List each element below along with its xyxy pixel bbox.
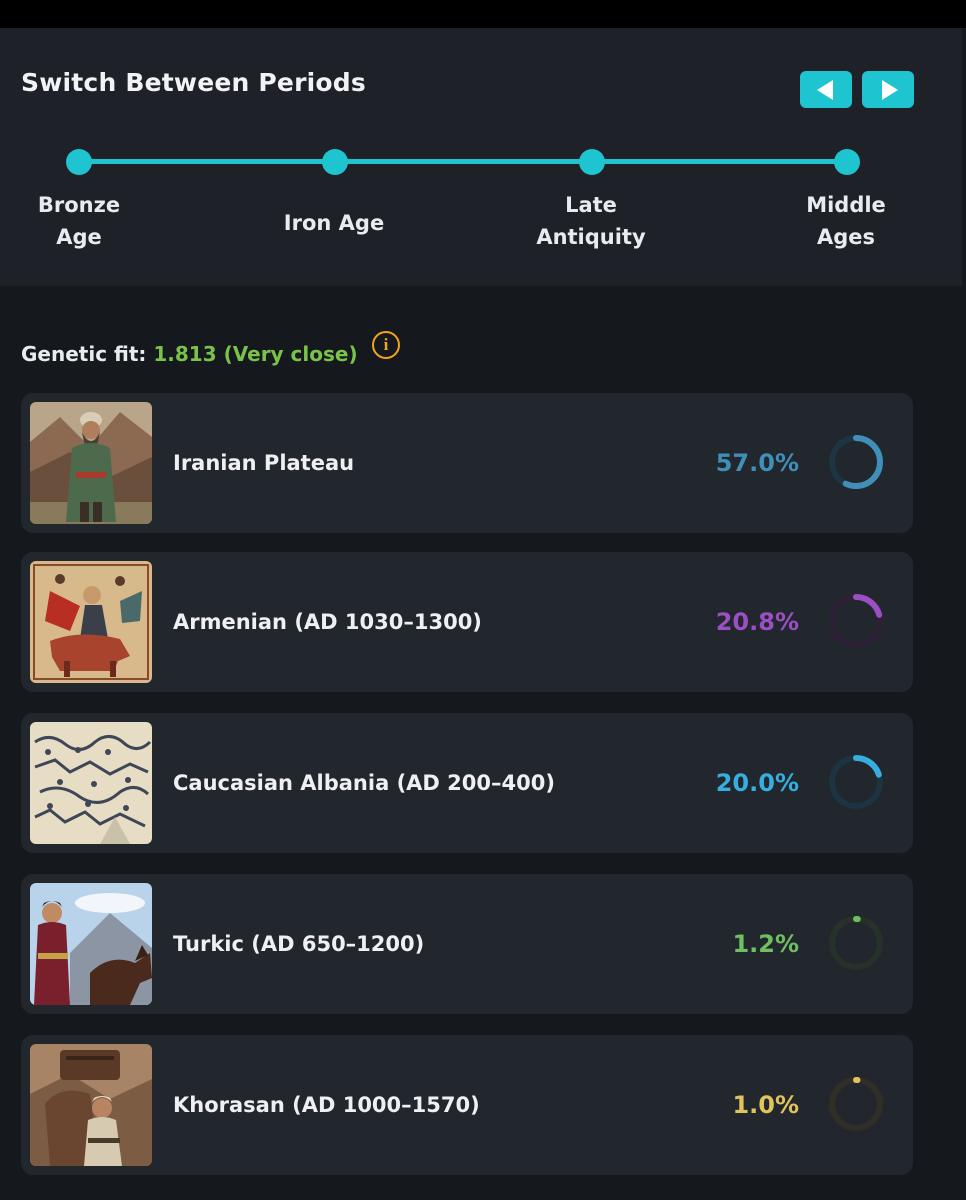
population-card-iranian-plateau[interactable]: Iranian Plateau 57.0% xyxy=(21,393,913,533)
period-label-iron-age[interactable]: Iron Age xyxy=(259,207,409,239)
period-switcher-panel: Switch Between Periods Bronze Age Iron A… xyxy=(0,28,962,286)
population-name: Turkic (AD 650–1200) xyxy=(173,932,425,956)
population-percent: 20.8% xyxy=(715,608,799,636)
period-label-bronze-age[interactable]: Bronze Age xyxy=(4,189,154,253)
timeline-dot-bronze-age[interactable] xyxy=(66,149,92,175)
population-name: Caucasian Albania (AD 200–400) xyxy=(173,771,555,795)
next-period-button[interactable] xyxy=(862,71,914,108)
population-donut xyxy=(829,435,883,489)
population-donut xyxy=(829,916,883,970)
population-donut xyxy=(829,594,883,648)
timeline-dot-middle-ages[interactable] xyxy=(834,149,860,175)
triangle-left-icon xyxy=(816,79,833,100)
population-donut xyxy=(829,1077,883,1131)
population-card-turkic[interactable]: Turkic (AD 650–1200) 1.2% xyxy=(21,874,913,1014)
genetic-fit-value: 1.813 (Very close) xyxy=(153,342,358,366)
population-card-armenian[interactable]: Armenian (AD 1030–1300) 20.8% xyxy=(21,552,913,692)
period-label-late-antiquity[interactable]: Late Antiquity xyxy=(516,189,666,253)
previous-period-button[interactable] xyxy=(800,71,852,108)
population-thumbnail xyxy=(30,1044,152,1166)
population-thumbnail xyxy=(30,561,152,683)
period-label-middle-ages[interactable]: Middle Ages xyxy=(771,189,921,253)
timeline-dot-late-antiquity[interactable] xyxy=(579,149,605,175)
genetic-fit-label: Genetic fit: xyxy=(21,342,147,366)
population-thumbnail xyxy=(30,722,152,844)
population-percent: 20.0% xyxy=(715,769,799,797)
population-percent: 1.2% xyxy=(732,930,799,958)
population-name: Khorasan (AD 1000–1570) xyxy=(173,1093,480,1117)
timeline-dot-iron-age[interactable] xyxy=(322,149,348,175)
population-thumbnail xyxy=(30,883,152,1005)
genetic-fit: Genetic fit: 1.813 (Very close) xyxy=(21,342,358,366)
population-donut xyxy=(829,755,883,809)
population-card-khorasan[interactable]: Khorasan (AD 1000–1570) 1.0% xyxy=(21,1035,913,1175)
panel-title: Switch Between Periods xyxy=(21,68,366,97)
population-name: Iranian Plateau xyxy=(173,451,355,475)
triangle-right-icon xyxy=(881,79,898,100)
population-percent: 57.0% xyxy=(715,449,799,477)
population-card-caucasian-albania[interactable]: Caucasian Albania (AD 200–400) 20.0% xyxy=(21,713,913,853)
population-percent: 1.0% xyxy=(732,1091,799,1119)
top-strip xyxy=(0,0,966,28)
population-thumbnail xyxy=(30,402,152,524)
population-name: Armenian (AD 1030–1300) xyxy=(173,610,482,634)
info-icon[interactable]: i xyxy=(372,331,400,359)
timeline-track xyxy=(79,159,847,164)
